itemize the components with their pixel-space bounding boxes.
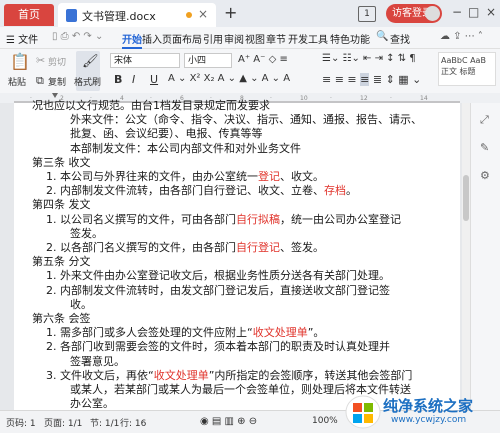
svg-text:·: · xyxy=(270,95,272,102)
document-line[interactable]: 办公室。 xyxy=(70,395,114,411)
toolbar: 📋 粘贴 ✂ 剪切 ⧉ 复制 🖌 格式刷 宋体 小四 A⁺ A⁻ ◇ ≡ B I… xyxy=(0,49,500,94)
paste-icon[interactable]: 📋 xyxy=(10,52,30,71)
minimize-icon[interactable]: − xyxy=(452,5,462,19)
format-painter-label: 格式刷 xyxy=(74,78,102,88)
new-tab-button[interactable]: + xyxy=(224,3,237,22)
svg-text:10: 10 xyxy=(300,95,308,102)
right-side-panel: ⤢ ✎ ⚙ xyxy=(470,103,500,410)
maximize-icon[interactable]: □ xyxy=(468,5,479,19)
avatar[interactable] xyxy=(425,6,440,21)
paste-label[interactable]: 粘贴 xyxy=(8,75,26,88)
underline-button[interactable]: U xyxy=(150,73,158,86)
line-text: ”。 xyxy=(307,326,325,340)
document-line[interactable]: 2. 内部制发文件流转时，由发文部门登记发后，直接送收文部门登记签 xyxy=(46,282,390,298)
view-mode-icons[interactable]: ◉ ▤ ▥ ⊕ ⊖ xyxy=(200,416,257,427)
window-count-badge[interactable]: 1 xyxy=(358,6,376,22)
quick-access-icons[interactable]: ▯ ⎙ ↶ ↷ ⌄ xyxy=(52,31,103,42)
document-line[interactable]: 本部制发文件：本公司内部文件和对外业务文件 xyxy=(70,140,301,156)
document-line[interactable]: 2. 内部制发文件流转，由各部门自行登记、收文、立卷、存档。 xyxy=(46,182,357,198)
line-indicator[interactable]: 行: 16 xyxy=(120,416,146,429)
brush-icon: 🖌 xyxy=(82,54,99,69)
svg-text:·: · xyxy=(330,95,332,102)
menu-item-view[interactable]: 视图 xyxy=(245,31,265,46)
line-text: 1. 本公司与外界往来的文件，由办公室统一 xyxy=(46,170,258,183)
cloud-icon[interactable]: ☁ ⇪ ⋯ ˄ xyxy=(440,31,483,42)
italic-button[interactable]: I xyxy=(132,73,135,86)
document-page[interactable]: 况也应以文行规范。由台1档发目录规定而发要求 外来文件：公文（命令、指令、决议、指… xyxy=(14,99,460,411)
highlighted-term: 存档 xyxy=(324,184,346,198)
list-icons[interactable]: ☰⌄ ☷⌄ ⇤ ⇥ ↕ ⇅ ¶ xyxy=(322,53,416,64)
document-tab-title: 文书管理.docx xyxy=(82,10,156,23)
home-tab[interactable]: 首页 xyxy=(4,4,54,26)
close-tab-icon[interactable]: × xyxy=(198,7,208,21)
copy-label[interactable]: 复制 xyxy=(48,75,66,88)
panel-toggle-icon[interactable]: ⤢ xyxy=(480,113,489,127)
highlighted-term: 收文处理单 xyxy=(252,326,308,340)
line-text: 、签发。 xyxy=(280,241,324,254)
svg-text:·: · xyxy=(390,95,392,102)
font-size-adjust-icons[interactable]: A⁺ A⁻ ◇ ≡ xyxy=(238,54,288,65)
section-indicator[interactable]: 节: 1/1 xyxy=(90,416,119,429)
search-icon[interactable]: 🔍 xyxy=(376,31,388,42)
bold-button[interactable]: B xyxy=(114,73,122,86)
line-text: 2. 以各部门名义撰写的文件，由各部门 xyxy=(46,241,236,254)
menu-item-chapter[interactable]: 章节 xyxy=(266,31,286,46)
copy-icon[interactable]: ⧉ xyxy=(36,74,44,88)
styles-gallery[interactable]: AaBbC AaB 正文 标题 xyxy=(438,52,496,86)
font-size-select[interactable]: 小四 xyxy=(184,53,232,68)
highlighted-term: 登记 xyxy=(258,170,280,183)
settings-icon[interactable]: ⚙ xyxy=(480,169,490,182)
menu-item-insert[interactable]: 插入 xyxy=(142,31,162,46)
highlighted-term: 自行拟稿 xyxy=(236,212,280,226)
text-format-icons[interactable]: A ⌄ X² X₂ A ⌄ ▲ ⌄ A ⌄ A xyxy=(168,73,290,84)
site-watermark: 纯净系统之家 www.ycwjzy.com xyxy=(345,392,500,432)
line-text: ”内所指定的会签顺序，转送其他会签部门 xyxy=(208,368,413,382)
windows-logo-icon xyxy=(345,395,381,429)
pen-icon[interactable]: ✎ xyxy=(480,141,489,154)
svg-text:14: 14 xyxy=(420,95,428,102)
line-text: 。 xyxy=(346,184,357,198)
cut-label[interactable]: 剪切 xyxy=(48,55,66,68)
document-tab[interactable]: 文书管理.docx × xyxy=(58,3,216,27)
menu-item-review[interactable]: 审阅 xyxy=(224,31,244,46)
line-text: ，统一由公司办公室登记 xyxy=(280,212,401,226)
cut-icon[interactable]: ✂ xyxy=(36,54,45,67)
alignment-icons[interactable]: ≡ ≡ ≡ ≡ ≣ ⇕ ▦ ⌄ xyxy=(322,73,421,86)
menu-item-reference[interactable]: 引用 xyxy=(203,31,223,46)
menu-bar: ☰ 文件 ▯ ⎙ ↶ ↷ ⌄ 开始 插入 页面布局 引用 审阅 视图 章节 开发… xyxy=(0,27,500,49)
document-canvas[interactable]: 况也应以文行规范。由台1档发目录规定而发要求 外来文件：公文（命令、指令、决议、指… xyxy=(0,99,470,411)
scrollbar-thumb[interactable] xyxy=(463,175,469,221)
line-text: 3. 文件收文后，再依“ xyxy=(46,368,154,382)
menu-item-developer[interactable]: 开发工具 xyxy=(288,31,328,46)
menu-item-start[interactable]: 开始 xyxy=(122,31,142,49)
title-bar: 首页 文书管理.docx × + 1 访客登录 − □ × xyxy=(0,0,500,27)
font-name-select[interactable]: 宋体 xyxy=(110,53,180,68)
line-text: 、收文。 xyxy=(280,170,324,183)
svg-text:12: 12 xyxy=(360,95,368,102)
line-text: 1. 以公司名义撰写的文件，可由各部门 xyxy=(46,212,236,226)
close-window-icon[interactable]: × xyxy=(486,5,496,19)
search-button[interactable]: 查找 xyxy=(390,31,410,46)
watermark-url: www.ycwjzy.com xyxy=(391,415,467,425)
highlighted-term: 自行登记 xyxy=(236,241,280,254)
watermark-title: 纯净系统之家 xyxy=(383,397,474,415)
document-icon xyxy=(66,9,77,22)
menu-item-page-layout[interactable]: 页面布局 xyxy=(162,31,202,46)
highlighted-term: 收文处理单 xyxy=(153,368,209,382)
unsaved-dot-icon xyxy=(186,12,192,18)
format-painter-button[interactable]: 🖌 格式刷 xyxy=(74,51,102,91)
file-menu[interactable]: ☰ 文件 xyxy=(6,31,38,46)
zoom-level[interactable]: 100% xyxy=(312,416,338,426)
page-number[interactable]: 页码: 1 xyxy=(6,416,36,429)
line-text: 1. 需多部门或多人会签处理的文件应附上“ xyxy=(46,326,253,340)
vertical-scrollbar[interactable] xyxy=(462,103,470,410)
menu-item-features[interactable]: 特色功能 xyxy=(330,31,370,46)
line-text: 2. 内部制发文件流转，由各部门自行登记、收文、立卷、 xyxy=(46,184,324,198)
page-count[interactable]: 页面: 1/1 xyxy=(44,416,82,429)
